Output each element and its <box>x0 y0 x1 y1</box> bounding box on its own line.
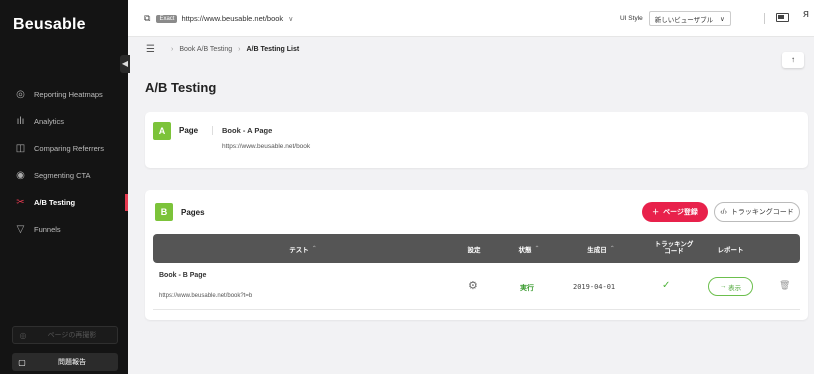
column-label: テスト <box>289 246 309 254</box>
column-label: レポート <box>717 246 744 254</box>
screen-icon[interactable] <box>776 13 789 22</box>
scroll-top-button[interactable]: ↑ <box>782 52 804 68</box>
column-tracking-code: トラッキング コード <box>649 234 699 263</box>
breadcrumb-item[interactable]: Book A/B Testing <box>179 46 232 53</box>
column-label: 生成日 <box>587 246 607 254</box>
fingerprint-icon: ◉ <box>16 170 25 181</box>
ab-test-icon: ✂ <box>16 197 25 208</box>
chevron-left-icon: ◀ <box>121 59 129 68</box>
variant-a-tag: A <box>153 122 171 140</box>
sidebar: Beusable ◀ ◎ Reporting Heatmaps ılı Anal… <box>0 0 130 374</box>
breadcrumb: ☰ › Book A/B Testing › A/B Testing List <box>146 44 299 55</box>
divider <box>212 126 213 135</box>
check-icon: ✓ <box>662 280 671 291</box>
plus-icon: ＋ <box>652 209 660 216</box>
breadcrumb-current: A/B Testing List <box>246 46 300 53</box>
gear-icon[interactable]: ⚙ <box>468 279 478 292</box>
menu-icon[interactable]: ☰ <box>146 44 155 55</box>
breadcrumb-separator: › <box>170 46 174 53</box>
page-a-name: Book - A Page <box>222 126 273 135</box>
tracking-code-button[interactable]: ‹/› トラッキングコード <box>714 202 800 222</box>
report-issue-button[interactable]: ▢ 問題報告 <box>12 353 118 371</box>
table-header: テスト ⌃ 設定 状態 ⌃ 生成日 ⌃ トラッキング コード レポート <box>153 234 800 263</box>
sort-icon: ⌃ <box>609 246 615 252</box>
breadcrumb-separator: › <box>238 46 241 53</box>
chevron-down-icon: ∨ <box>720 15 725 23</box>
sidebar-item-label: Funnels <box>34 225 61 234</box>
bar-chart-icon: ılı <box>16 116 25 127</box>
pages-label: Pages <box>181 208 205 217</box>
sidebar-item-label: Analytics <box>34 117 65 126</box>
arrow-right-icon: → <box>719 283 727 290</box>
sidebar-item-funnels[interactable]: ▽ Funnels <box>0 216 128 243</box>
tracking-code-label: トラッキングコード <box>730 209 794 216</box>
target-icon: ◎ <box>16 89 25 100</box>
report-icon: ▢ <box>18 357 26 367</box>
row-status: 実行 <box>520 285 534 292</box>
column-label: 状態 <box>518 246 532 254</box>
column-created[interactable]: 生成日 ⌃ <box>571 234 631 263</box>
register-page-label: ページ登録 <box>663 209 698 216</box>
table-row: Book - B Page https://www.beusable.net/b… <box>153 266 800 310</box>
compare-icon: ◫ <box>15 143 26 154</box>
arrow-up-icon: ↑ <box>791 55 795 64</box>
code-icon: ‹/› <box>720 208 727 216</box>
ui-style-label: UI Style <box>620 15 643 22</box>
column-report: レポート <box>708 234 753 263</box>
row-page-url: https://www.beusable.net/book?t=b <box>159 293 253 299</box>
page-a-card: A Page Book - A Page https://www.beusabl… <box>145 112 808 168</box>
sort-icon: ⌃ <box>311 246 317 252</box>
page-a-url: https://www.beusable.net/book <box>222 143 311 150</box>
url-text: https://www.beusable.net/book <box>181 14 284 23</box>
column-label-line: コード <box>664 247 684 255</box>
sort-icon: ⌃ <box>534 246 540 252</box>
topbar-divider <box>764 13 765 24</box>
column-settings: 設定 <box>459 234 489 263</box>
chevron-down-icon: ∨ <box>288 15 294 23</box>
sidebar-item-analytics[interactable]: ılı Analytics <box>0 108 128 135</box>
view-report-button[interactable]: → 表示 <box>708 277 753 296</box>
url-selector[interactable]: ⧉ Exact https://www.beusable.net/book ∨ <box>144 13 293 24</box>
user-icon[interactable]: ᴙ <box>803 8 809 20</box>
column-label: トラッキング コード <box>655 241 694 256</box>
column-test[interactable]: テスト ⌃ <box>153 234 453 263</box>
variant-b-tag: B <box>155 203 173 221</box>
row-created-date: 2019-04-01 <box>573 283 616 291</box>
column-label: 設定 <box>467 246 481 254</box>
top-bar: ⧉ Exact https://www.beusable.net/book ∨ … <box>128 0 814 37</box>
sidebar-item-ab-testing[interactable]: ✂ A/B Testing <box>0 189 128 216</box>
page-title: A/B Testing <box>145 80 217 95</box>
column-status[interactable]: 状態 ⌃ <box>509 234 549 263</box>
view-report-label: 表示 <box>728 284 742 292</box>
report-issue-label: 問題報告 <box>58 359 86 366</box>
sidebar-nav: ◎ Reporting Heatmaps ılı Analytics ◫ Com… <box>0 81 128 243</box>
sidebar-item-comparing-referrers[interactable]: ◫ Comparing Referrers <box>0 135 128 162</box>
brand-logo[interactable]: Beusable <box>13 16 86 34</box>
pages-b-card: B Pages ＋ ページ登録 ‹/› トラッキングコード テスト ⌃ 設定 状態… <box>145 190 808 320</box>
sidebar-item-label: Comparing Referrers <box>34 144 105 153</box>
register-page-button[interactable]: ＋ ページ登録 <box>642 202 708 222</box>
url-match-badge: Exact <box>156 14 178 23</box>
external-link-icon[interactable]: ⧉ <box>144 13 150 24</box>
sidebar-item-segmenting-cta[interactable]: ◉ Segmenting CTA <box>0 162 128 189</box>
ui-style-control: UI Style 新しいビューザブル ∨ <box>620 11 731 26</box>
funnel-icon: ▽ <box>16 224 25 235</box>
row-page-name: Book - B Page <box>159 272 207 279</box>
sidebar-item-label: Segmenting CTA <box>34 171 91 180</box>
page-label: Page <box>179 126 199 135</box>
camera-icon: ◎ <box>19 330 27 340</box>
sidebar-collapse-button[interactable]: ◀ <box>120 55 130 73</box>
sidebar-item-reporting-heatmaps[interactable]: ◎ Reporting Heatmaps <box>0 81 128 108</box>
ui-style-select[interactable]: 新しいビューザブル ∨ <box>648 11 731 26</box>
sidebar-item-label: A/B Testing <box>34 198 76 207</box>
sidebar-item-label: Reporting Heatmaps <box>34 90 103 99</box>
reshoot-page-label: ページの再撮影 <box>47 332 97 339</box>
ui-style-value: 新しいビューザブル <box>654 16 714 24</box>
trash-icon[interactable]: 🗑 <box>779 280 790 291</box>
reshoot-page-button[interactable]: ◎ ページの再撮影 <box>12 326 118 344</box>
